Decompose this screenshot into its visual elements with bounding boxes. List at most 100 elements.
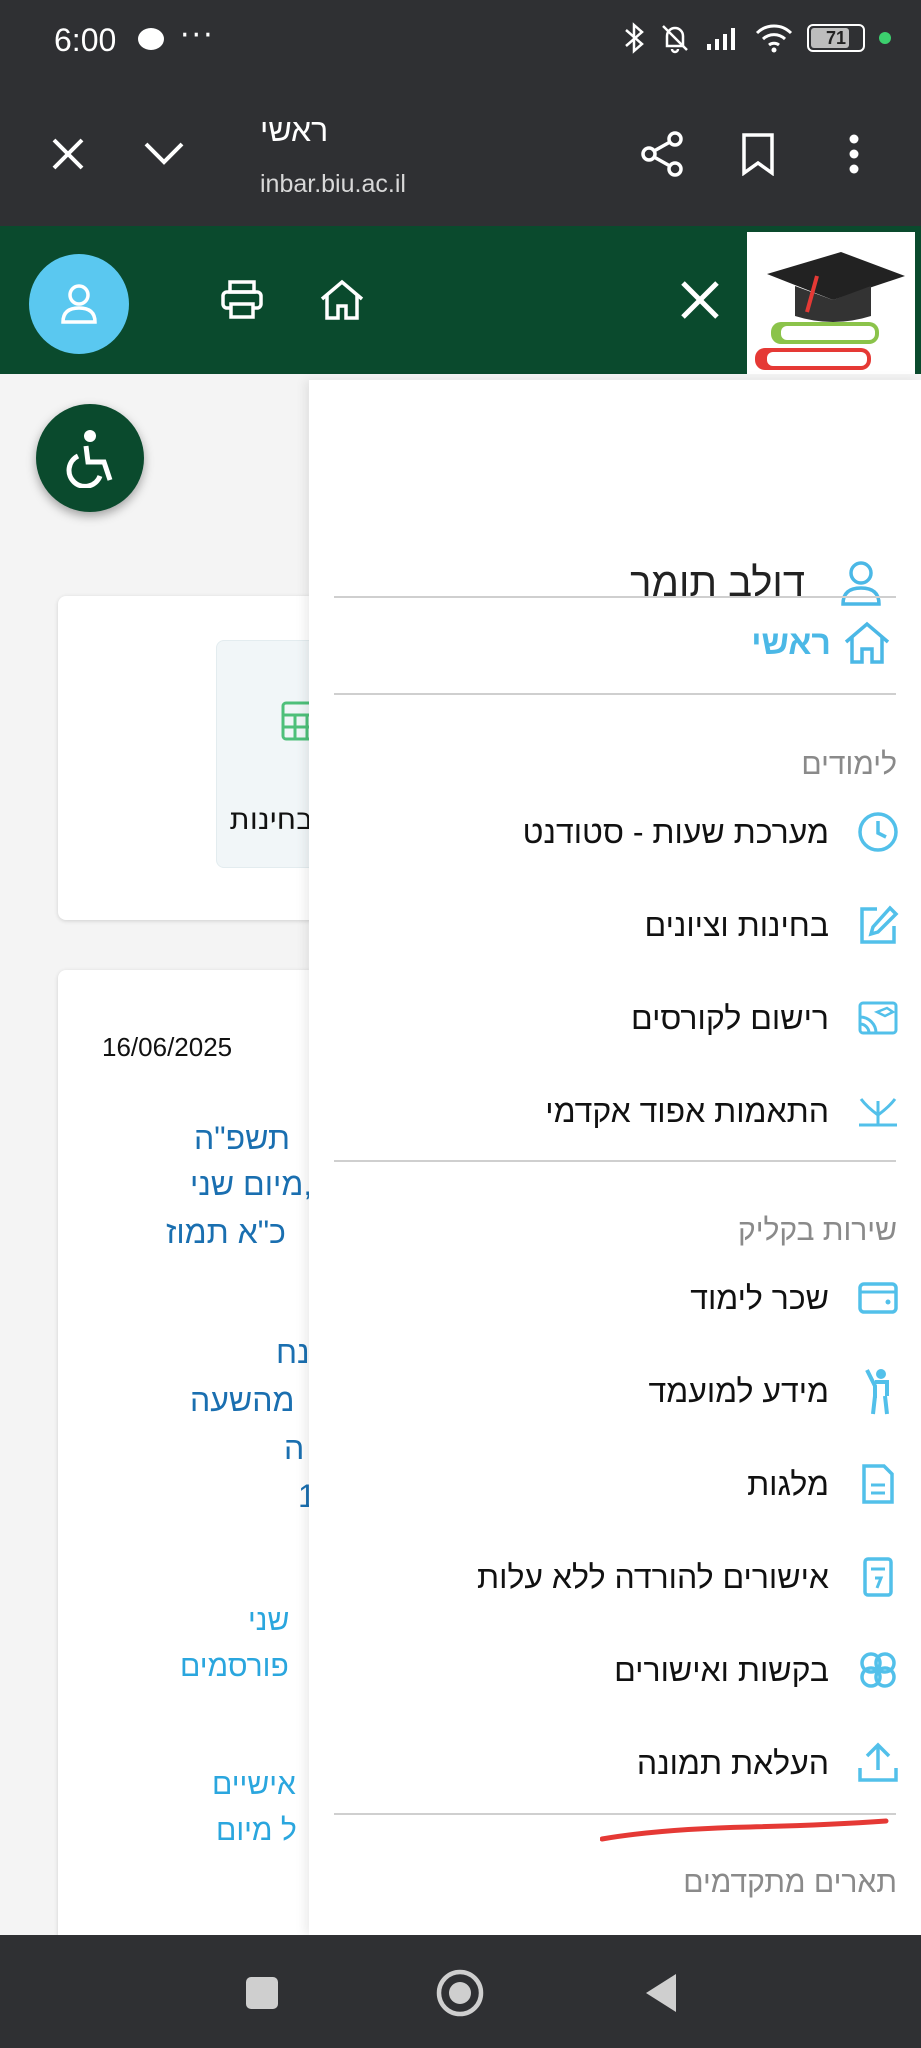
site-header: [0, 226, 921, 374]
divider: [334, 1160, 896, 1162]
system-navigation-bar: [0, 1935, 921, 2048]
menu-item-course-registration[interactable]: רישום לקורסים: [631, 988, 901, 1048]
close-tab-button[interactable]: [38, 124, 98, 184]
back-button[interactable]: [630, 1963, 690, 2023]
books-graduation-cap-icon: [755, 252, 905, 370]
menu-item-label: בקשות ואישורים: [614, 1651, 829, 1688]
recent-apps-button[interactable]: [232, 1963, 292, 2023]
receipt-icon: [863, 1557, 893, 1597]
menu-item-free-certificates[interactable]: אישורים להורדה ללא עלות: [477, 1547, 901, 1607]
more-notifications-icon: ···: [180, 18, 215, 53]
menu-item-label: בחינות וציונים: [644, 906, 829, 943]
section-title-service: שירות בקליק: [738, 1214, 897, 1247]
minimize-button[interactable]: [134, 124, 194, 184]
menu-item-exams-grades[interactable]: בחינות וציונים: [645, 895, 901, 955]
bluetooth-icon: [625, 22, 644, 54]
menu-item-upload-photo[interactable]: העלאת תמונה: [637, 1733, 901, 1793]
bookmark-button[interactable]: [728, 124, 788, 184]
section-title-studies: לימודים: [801, 748, 897, 781]
home-icon: [320, 279, 364, 320]
flower-icon: [860, 1652, 896, 1688]
close-icon: [681, 281, 719, 319]
user-icon: [841, 561, 881, 606]
announcement-line: מיום שני,: [190, 1166, 313, 1202]
battery-icon: 71: [807, 24, 865, 52]
cast-icon: [858, 1001, 898, 1035]
square-icon: [246, 1977, 278, 2009]
announcement-date: 16/06/2025: [102, 1032, 233, 1062]
close-menu-button[interactable]: [674, 274, 726, 326]
menu-item-label: העלאת תמונה: [636, 1744, 829, 1781]
circle-home-icon: [436, 1969, 484, 2017]
announcement-line: מהשעה: [190, 1382, 295, 1418]
announcement-line: נח: [276, 1334, 310, 1370]
home-system-button[interactable]: [430, 1963, 490, 2023]
user-avatar-button[interactable]: [29, 254, 129, 354]
side-menu-drawer: דולב תומר ראשי לימודים מערכת שעות - סטוד…: [309, 380, 921, 1935]
document-icon: [862, 1464, 894, 1504]
red-annotation-stroke: [600, 1818, 889, 1842]
announcement-link[interactable]: אישיים: [212, 1768, 296, 1802]
announcement-link[interactable]: פורסמים: [180, 1650, 289, 1684]
user-name: דולב תומר: [630, 560, 805, 605]
more-vertical-icon: [849, 134, 859, 174]
menu-item-academic-matching[interactable]: התאמות אפוד אקדמי: [545, 1081, 901, 1141]
browser-toolbar: ראשי inbar.biu.ac.il: [0, 84, 921, 226]
divider: [334, 596, 896, 598]
menu-item-student-timetable[interactable]: מערכת שעות - סטודנט: [523, 802, 901, 862]
share-icon: [641, 131, 683, 177]
accessibility-button[interactable]: [36, 404, 144, 512]
page-title: ראשי: [260, 112, 329, 148]
menu-item-requests-approvals[interactable]: בקשות ואישורים: [614, 1640, 901, 1700]
menu-item-home[interactable]: ראשי: [751, 620, 891, 666]
announcement-line: תשפ"ה: [194, 1120, 290, 1156]
upload-icon: [858, 1742, 898, 1782]
close-icon: [52, 138, 84, 170]
menu-item-label: התאמות אפוד אקדמי: [545, 1092, 829, 1129]
announcement-link[interactable]: שני: [248, 1604, 289, 1638]
share-button[interactable]: [632, 124, 692, 184]
section-title-advanced: תארים מתקדמים: [683, 1866, 897, 1899]
wallet-icon: [858, 1282, 898, 1314]
wifi-icon: [755, 24, 793, 53]
menu-item-tuition[interactable]: שכר לימוד: [690, 1268, 901, 1328]
page-url[interactable]: inbar.biu.ac.il: [260, 170, 406, 199]
chevron-down-icon: [144, 142, 184, 165]
home-icon: [844, 621, 890, 664]
signal-icon: [707, 28, 735, 50]
announcement-link[interactable]: ל מיום: [216, 1814, 297, 1848]
menu-item-label: מידע למועמד: [648, 1372, 830, 1409]
printer-icon: [221, 280, 263, 319]
menu-item-label: שכר לימוד: [690, 1279, 829, 1316]
status-time: 6:00: [54, 22, 117, 58]
active-dot-icon: [879, 32, 891, 44]
announcement-line: ה: [284, 1430, 305, 1466]
menu-item-label: מערכת שעות - סטודנט: [522, 813, 829, 850]
exams-label: בחינות: [230, 802, 314, 837]
bookmark-icon: [742, 133, 774, 176]
growth-icon: [859, 1098, 897, 1127]
chat-notification-icon: [138, 28, 164, 50]
battery-level: 71: [825, 28, 847, 48]
menu-item-scholarships[interactable]: מלגות: [747, 1454, 901, 1514]
menu-button[interactable]: [824, 124, 884, 184]
status-bar: 6:00 ··· 71: [0, 0, 921, 84]
university-logo[interactable]: [747, 232, 915, 374]
menu-item-label: רישום לקורסים: [631, 999, 829, 1036]
menu-item-label: מלגות: [747, 1465, 829, 1502]
mute-bell-icon: [662, 25, 688, 54]
user-profile-row[interactable]: דולב תומר: [630, 560, 883, 606]
menu-home-label: ראשי: [751, 623, 831, 662]
divider: [334, 693, 896, 695]
menu-item-label: אישורים להורדה ללא עלות: [477, 1558, 829, 1595]
edit-icon: [860, 905, 899, 944]
clock-icon: [858, 812, 898, 852]
announcement-line: כ"א תמוז: [166, 1214, 286, 1250]
triangle-back-icon: [646, 1974, 676, 2012]
person-raise-icon: [865, 1369, 889, 1415]
user-icon: [61, 284, 97, 324]
print-button[interactable]: [216, 274, 268, 326]
wheelchair-icon: [66, 430, 113, 488]
home-header-button[interactable]: [316, 274, 368, 326]
menu-item-applicant-info[interactable]: מידע למועמד: [649, 1361, 902, 1421]
